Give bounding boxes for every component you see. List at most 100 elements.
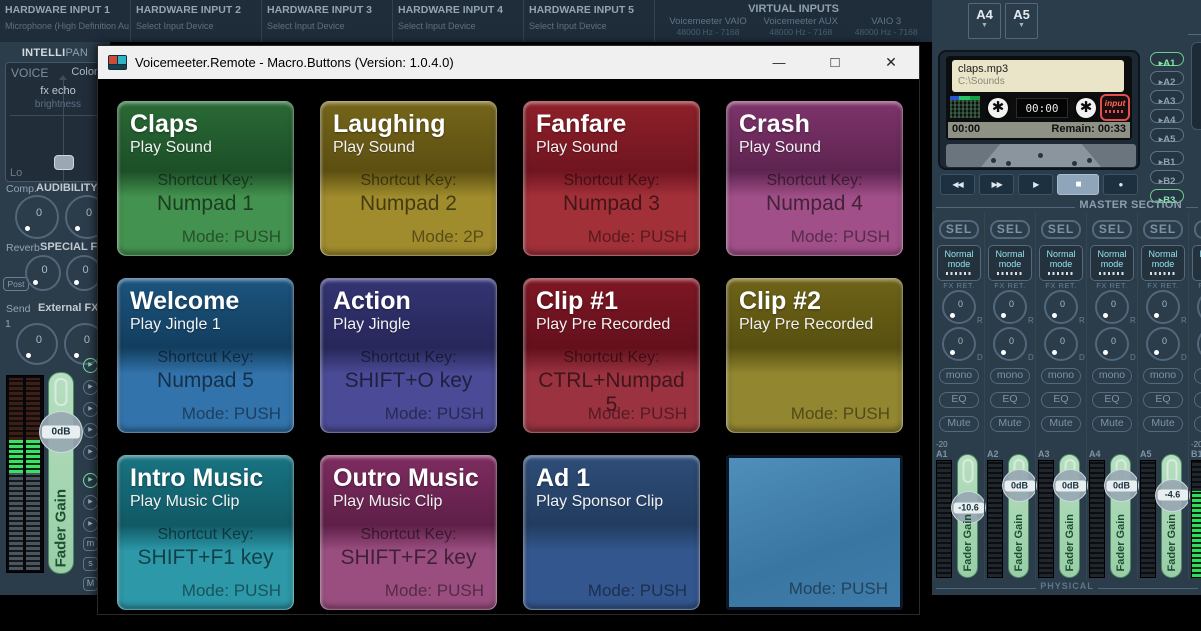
hardware-input-column[interactable]: HARDWARE INPUT 2Select Input Device: [131, 0, 262, 42]
fx-return-knob[interactable]: 0: [993, 290, 1027, 324]
fader-knob[interactable]: 0dB: [1104, 469, 1139, 502]
virtual-input[interactable]: Voicemeeter VAIO48000 Hz - 7168: [669, 16, 746, 37]
virtual-input[interactable]: VAIO 348000 Hz - 7168: [855, 16, 918, 37]
mute-button[interactable]: Mute: [1143, 416, 1183, 432]
routing-a4[interactable]: ▶A4: [1150, 109, 1184, 123]
sel-button[interactable]: SEL: [1092, 220, 1132, 239]
mono-button[interactable]: mono: [1194, 368, 1201, 384]
pan-handle[interactable]: [54, 155, 74, 170]
minimize-button[interactable]: —: [751, 46, 807, 79]
hardware-input-device[interactable]: Select Input Device: [529, 21, 654, 31]
routing-a2[interactable]: ▶A2: [1150, 71, 1184, 85]
macro-button[interactable]: FanfarePlay SoundShortcut Key:Numpad 3Mo…: [523, 101, 700, 256]
strip-routing-button[interactable]: ▶: [83, 495, 98, 510]
strip-routing-button[interactable]: ▶: [83, 380, 98, 395]
virtual-input[interactable]: Voicemeeter AUX48000 Hz - 7168: [764, 16, 838, 37]
mute-button[interactable]: Mute: [990, 416, 1030, 432]
mode-button[interactable]: Normal mode: [1192, 245, 1201, 281]
fx-return-knob[interactable]: 0: [942, 290, 976, 324]
mute-button[interactable]: Mute: [939, 416, 979, 432]
stop-button[interactable]: ■: [1057, 174, 1099, 195]
macro-button[interactable]: CrashPlay SoundShortcut Key:Numpad 4Mode…: [726, 101, 903, 256]
mode-button[interactable]: Normal mode: [937, 245, 981, 281]
bus-fader[interactable]: 0dBFader Gain: [1059, 454, 1080, 578]
routing-a1[interactable]: ▶A1: [1150, 52, 1184, 66]
eq-button[interactable]: EQ: [990, 392, 1030, 408]
macro-button[interactable]: Intro MusicPlay Music ClipShortcut Key:S…: [117, 455, 294, 610]
fx-return-knob[interactable]: 0: [1146, 290, 1180, 324]
intellipan-xy-pad[interactable]: VOICE Color P fx echo brightness Lo: [5, 62, 110, 182]
hardware-input-device[interactable]: Select Input Device: [398, 21, 523, 31]
macro-button[interactable]: Clip #1Play Pre RecordedShortcut Key:CTR…: [523, 278, 700, 433]
fx-knob[interactable]: 0: [25, 255, 61, 291]
sel-button[interactable]: SEL: [939, 220, 979, 239]
mode-button[interactable]: Normal mode: [988, 245, 1032, 281]
mode-button[interactable]: Normal mode: [1039, 245, 1083, 281]
strip-routing-button[interactable]: ▶: [83, 517, 98, 532]
fader-knob[interactable]: 0dB: [39, 411, 83, 453]
hardware-input-device[interactable]: Microphone (High Definition Au: [5, 21, 130, 31]
strip-mute-button[interactable]: M: [83, 577, 98, 591]
fader-knob[interactable]: 0dB: [1053, 469, 1088, 502]
hardware-out-a5[interactable]: A5▼: [1005, 3, 1038, 39]
eq-button[interactable]: EQ: [939, 392, 979, 408]
strip-routing-button[interactable]: ▶: [83, 402, 98, 417]
fx-knob[interactable]: 0: [16, 323, 58, 365]
input-indicator[interactable]: input: [1100, 94, 1130, 121]
play-button[interactable]: ▶: [1018, 174, 1053, 195]
bus-fader[interactable]: 0dBFader Gain: [1008, 454, 1029, 578]
routing-b2[interactable]: ▶B2: [1150, 170, 1184, 184]
fx-direct-knob[interactable]: 0: [1044, 327, 1078, 361]
fx-direct-knob[interactable]: 0: [1197, 327, 1201, 361]
strip-routing-button[interactable]: ▶: [83, 423, 98, 438]
macro-button[interactable]: Outro MusicPlay Music ClipShortcut Key:S…: [320, 455, 497, 610]
eq-button[interactable]: EQ: [1143, 392, 1183, 408]
fx-direct-knob[interactable]: 0: [1095, 327, 1129, 361]
fx-direct-knob[interactable]: 0: [1146, 327, 1180, 361]
hardware-input-device[interactable]: Select Input Device: [267, 21, 392, 31]
close-button[interactable]: ✕: [863, 46, 919, 79]
hardware-input-device[interactable]: Select Input Device: [136, 21, 261, 31]
hardware-input-column[interactable]: HARDWARE INPUT 3Select Input Device: [262, 0, 393, 42]
eq-button[interactable]: EQ: [1194, 392, 1201, 408]
mode-button[interactable]: Normal mode: [1141, 245, 1185, 281]
maximize-button[interactable]: □: [807, 46, 863, 79]
mute-button[interactable]: Mute: [1194, 416, 1201, 432]
hardware-input-column[interactable]: HARDWARE INPUT 1Microphone (High Definit…: [0, 0, 131, 42]
sel-button[interactable]: SEL: [1041, 220, 1081, 239]
hardware-out-a4[interactable]: A4▼: [968, 3, 1001, 39]
mute-button[interactable]: Mute: [1041, 416, 1081, 432]
window-titlebar[interactable]: Voicemeeter.Remote - Macro.Buttons (Vers…: [98, 46, 919, 79]
mono-button[interactable]: mono: [1143, 368, 1183, 384]
mute-button[interactable]: Mute: [1092, 416, 1132, 432]
strip-mono-button[interactable]: m: [83, 537, 98, 551]
fast-forward-button[interactable]: ▶▶: [979, 174, 1014, 195]
macro-button[interactable]: Mode: PUSH: [726, 455, 903, 610]
macro-button[interactable]: ActionPlay JingleShortcut Key:SHIFT+O ke…: [320, 278, 497, 433]
strip-routing-button[interactable]: ▶: [83, 473, 98, 488]
record-button[interactable]: ●: [1103, 174, 1138, 195]
fx-return-knob[interactable]: 0: [1044, 290, 1078, 324]
mode-button[interactable]: Normal mode: [1090, 245, 1134, 281]
macro-button[interactable]: ClapsPlay SoundShortcut Key:Numpad 1Mode…: [117, 101, 294, 256]
strip-solo-button[interactable]: s: [83, 557, 98, 571]
fx-return-knob[interactable]: 0: [1095, 290, 1129, 324]
fader-knob[interactable]: -4.6: [1155, 479, 1190, 512]
sel-button[interactable]: SEL: [990, 220, 1030, 239]
fx-return-knob[interactable]: 0: [1197, 290, 1201, 324]
input-fader[interactable]: 0dB Fader Gain: [48, 372, 74, 574]
eq-button[interactable]: EQ: [1041, 392, 1081, 408]
hardware-input-column[interactable]: HARDWARE INPUT 5Select Input Device: [524, 0, 655, 42]
bus-fader[interactable]: -10.6Fader Gain: [957, 454, 978, 578]
eq-button[interactable]: EQ: [1092, 392, 1132, 408]
mono-button[interactable]: mono: [1092, 368, 1132, 384]
macro-button[interactable]: WelcomePlay Jingle 1Shortcut Key:Numpad …: [117, 278, 294, 433]
sel-button[interactable]: SEL: [1194, 220, 1201, 239]
rewind-button[interactable]: ◀◀: [940, 174, 975, 195]
routing-a5[interactable]: ▶A5: [1150, 128, 1184, 142]
fader-knob[interactable]: 0dB: [1002, 469, 1037, 502]
fx-knob[interactable]: 0: [15, 195, 59, 239]
fx-direct-knob[interactable]: 0: [993, 327, 1027, 361]
mono-button[interactable]: mono: [939, 368, 979, 384]
sel-button[interactable]: SEL: [1143, 220, 1183, 239]
